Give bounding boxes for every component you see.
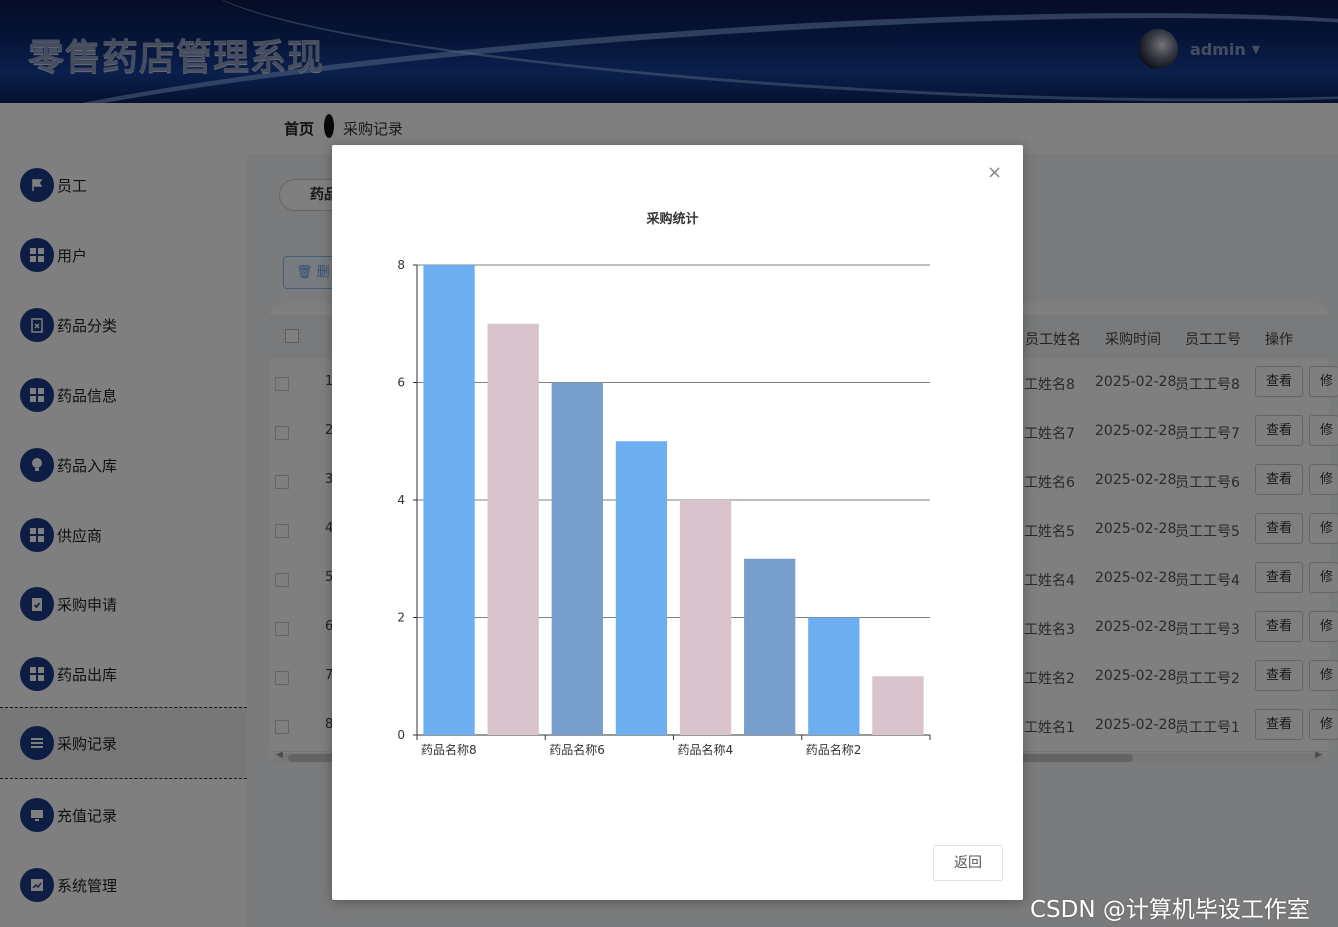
- y-tick-label: 8: [397, 258, 405, 272]
- bar: [423, 265, 475, 735]
- bar: [679, 500, 732, 735]
- bar: [615, 441, 668, 735]
- x-tick-label: 药品名称6: [549, 742, 605, 757]
- x-tick-label: 药品名称4: [678, 742, 734, 757]
- y-tick-label: 4: [397, 493, 405, 507]
- x-tick-label: 药品名称2: [806, 742, 862, 757]
- bar-chart: 0 2 4 6 8 药品名称8 药品名称6 药品名称4 药品名称2: [397, 258, 931, 757]
- bar: [808, 617, 860, 735]
- bar: [744, 558, 796, 735]
- back-button[interactable]: 返回: [933, 845, 1003, 881]
- chart-dialog: × 采购统计 0 2 4 6 8 药品名称8 药品名称6 药品名称4 药品名称2 返回: [332, 145, 1023, 900]
- y-tick-label: 0: [397, 728, 405, 742]
- watermark: CSDN @计算机毕设工作室: [1030, 897, 1310, 923]
- x-tick-label: 药品名称8: [421, 742, 477, 757]
- y-tick-label: 6: [397, 376, 405, 390]
- bar: [487, 323, 539, 735]
- bar: [872, 676, 924, 735]
- bar: [551, 382, 603, 735]
- y-tick-label: 2: [397, 611, 405, 625]
